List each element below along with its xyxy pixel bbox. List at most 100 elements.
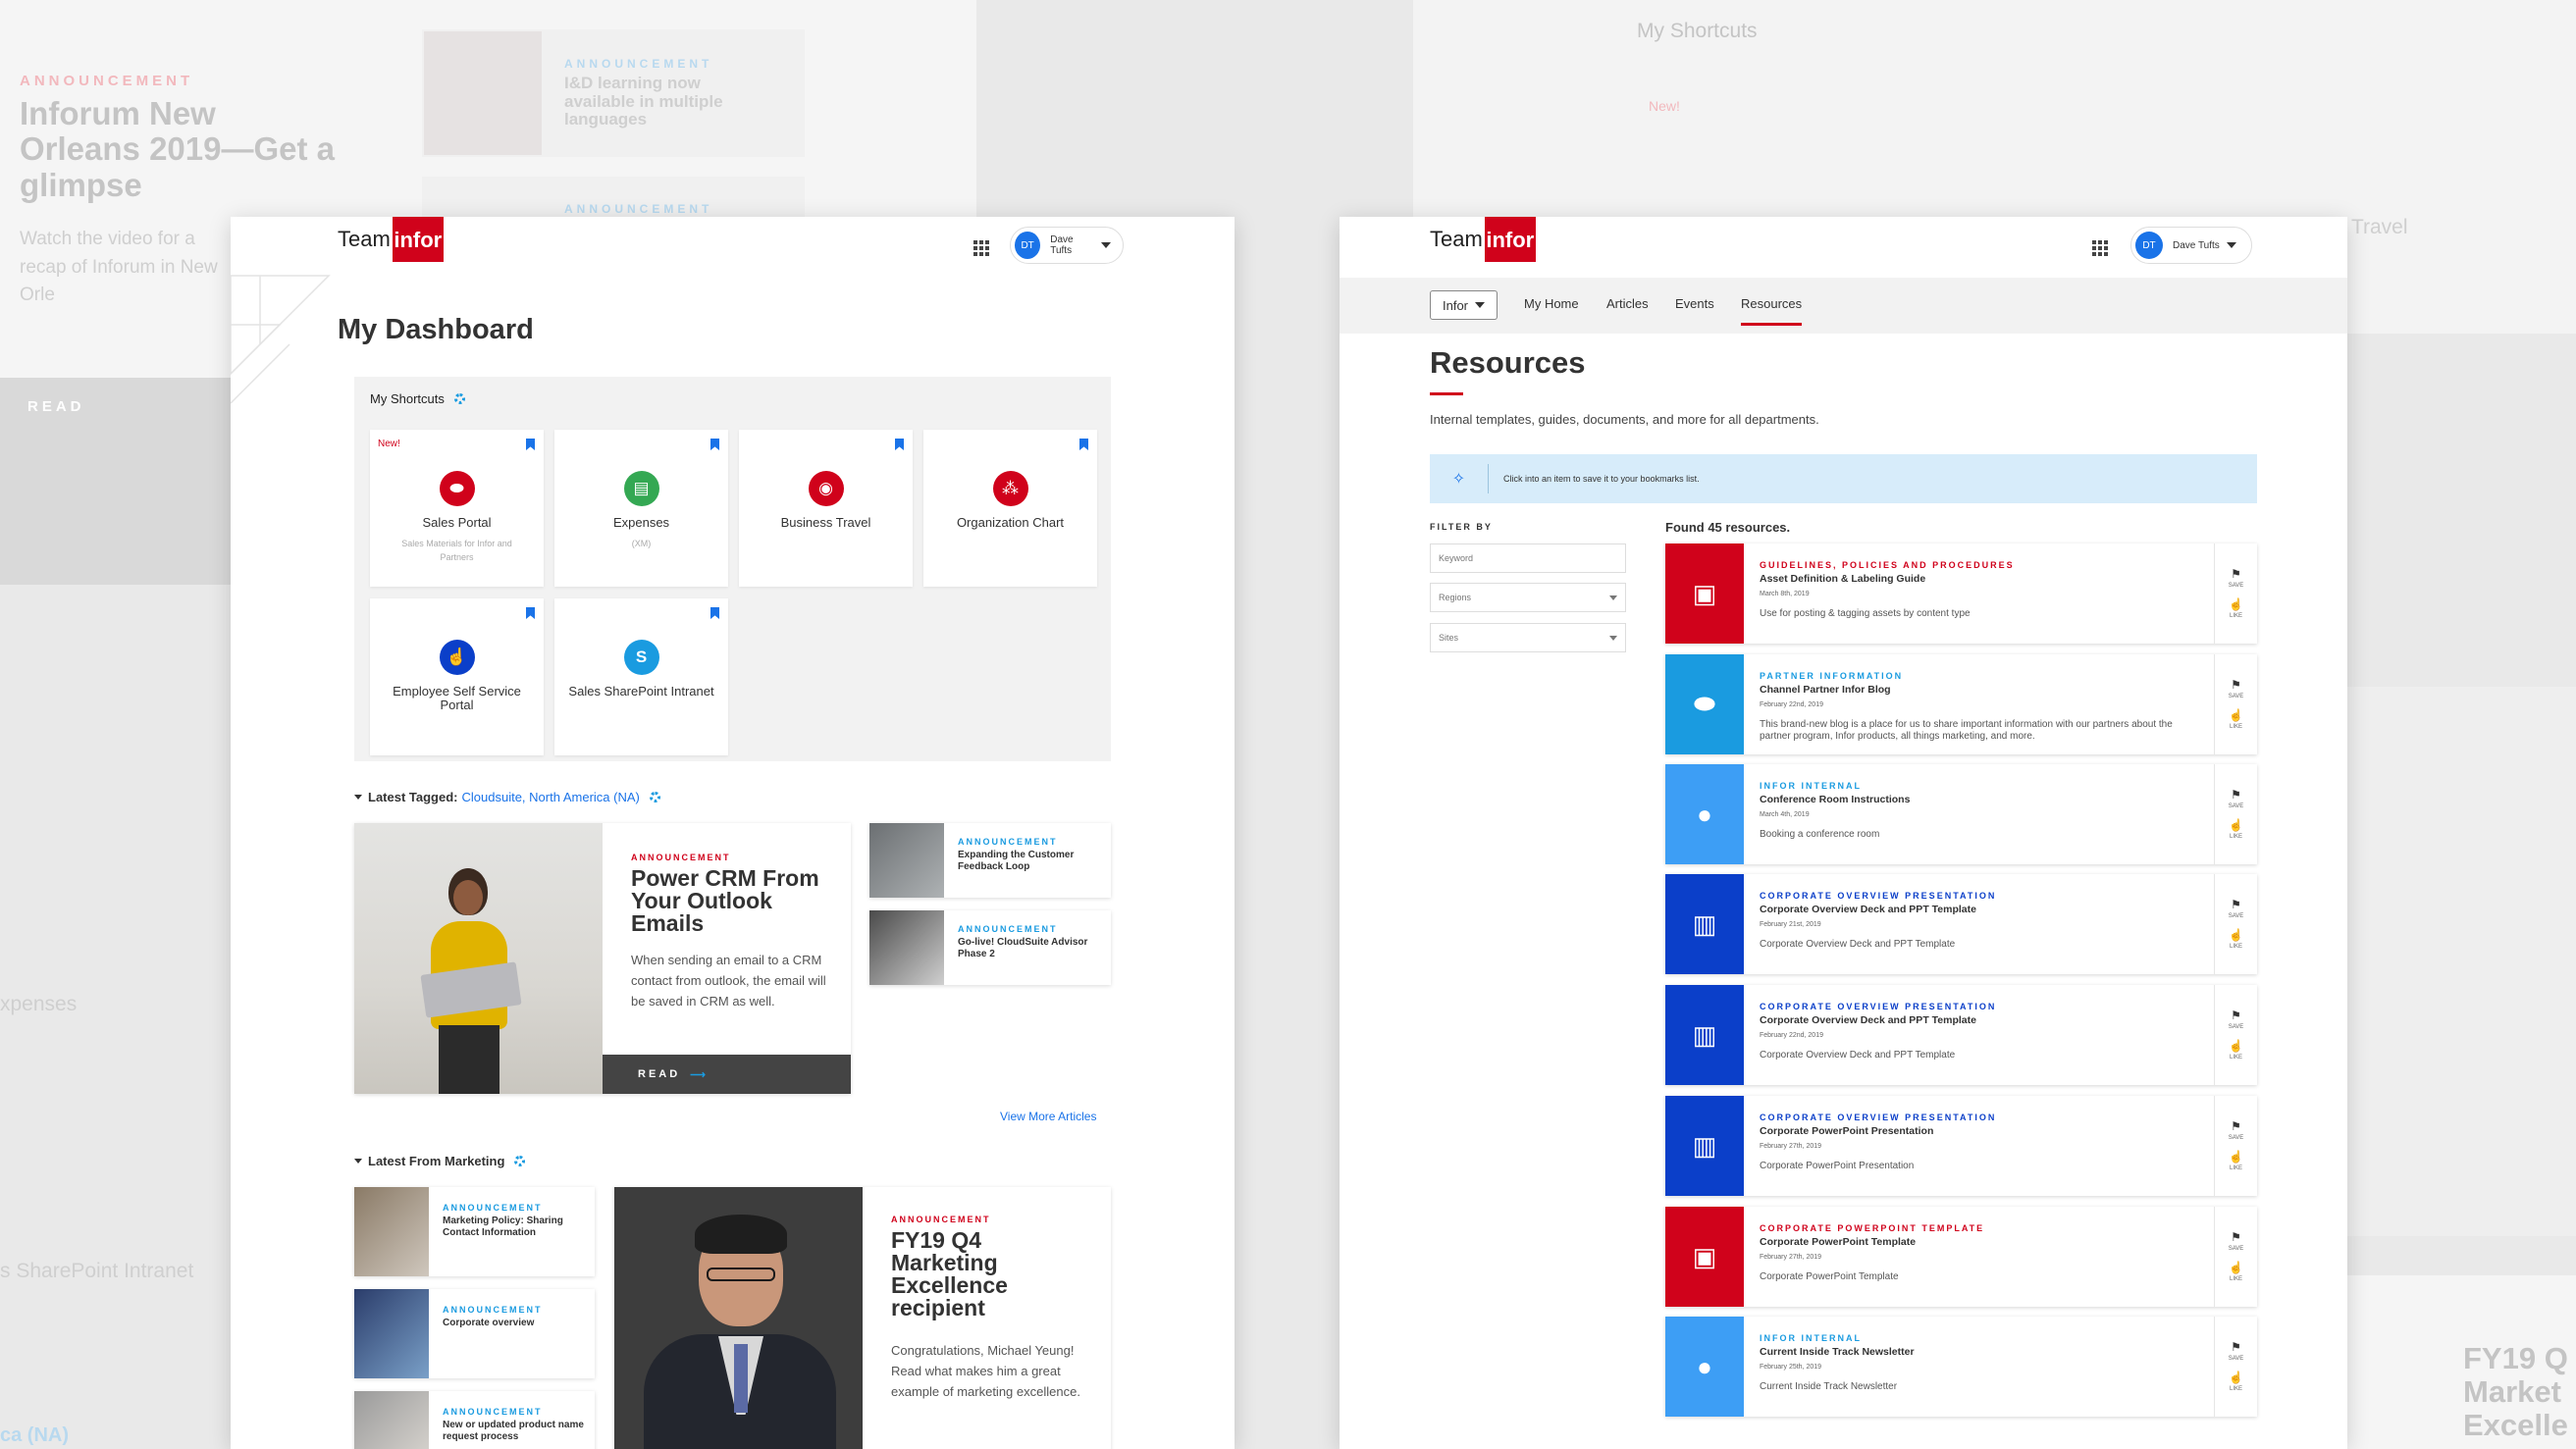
resource-card-body: CORPORATE OVERVIEW PRESENTATION Corporate… bbox=[1744, 874, 2214, 974]
briefcase-icon: ▣ bbox=[1665, 1207, 1744, 1307]
resource-description: Use for posting & tagging assets by cont… bbox=[1760, 608, 1971, 619]
resource-card[interactable]: ▥ CORPORATE OVERVIEW PRESENTATION Corporat… bbox=[1665, 874, 2257, 974]
save-button[interactable]: ⚑ SAVE bbox=[2229, 1009, 2244, 1030]
save-button[interactable]: ⚑ SAVE bbox=[2229, 1231, 2244, 1252]
infor-dropdown[interactable]: Infor bbox=[1430, 290, 1498, 320]
resource-card[interactable]: ▣ CORPORATE POWERPOINT TEMPLATE Corporate … bbox=[1665, 1207, 2257, 1307]
resource-card[interactable]: ▥ CORPORATE OVERVIEW PRESENTATION Corporat… bbox=[1665, 1096, 2257, 1196]
resource-description: Corporate PowerPoint Template bbox=[1760, 1271, 1899, 1282]
article-mini-card[interactable]: ANNOUNCEMENT Expanding the Customer Feed… bbox=[869, 823, 1111, 898]
resource-card[interactable]: ● INFOR INTERNAL Current Inside Track News… bbox=[1665, 1317, 2257, 1417]
regions-select[interactable]: Regions bbox=[1430, 583, 1626, 612]
nav-my-home[interactable]: My Home bbox=[1524, 296, 1579, 311]
resource-card-body: CORPORATE OVERVIEW PRESENTATION Corporate… bbox=[1744, 985, 2214, 1085]
like-button[interactable]: ☝ LIKE bbox=[2229, 1371, 2243, 1392]
resource-name[interactable]: Channel Partner Infor Blog bbox=[1760, 684, 2200, 696]
like-button[interactable]: ☝ LIKE bbox=[2229, 709, 2243, 730]
sites-select[interactable]: Sites bbox=[1430, 623, 1626, 652]
user-menu[interactable]: DT Dave Tufts bbox=[1010, 227, 1124, 264]
resource-date: February 22nd, 2019 bbox=[1760, 701, 1823, 708]
bookmark-icon[interactable] bbox=[526, 439, 535, 450]
save-button[interactable]: ⚑ SAVE bbox=[2229, 1341, 2244, 1362]
article-title: New or updated product name request proc… bbox=[443, 1420, 584, 1442]
save-button[interactable]: ⚑ SAVE bbox=[2229, 899, 2244, 919]
infor-dropdown-label: Infor bbox=[1443, 297, 1469, 313]
save-button[interactable]: ⚑ SAVE bbox=[2229, 789, 2244, 809]
team-infor-logo[interactable]: Team infor bbox=[338, 217, 444, 262]
resource-description: Current Inside Track Newsletter bbox=[1760, 1381, 1898, 1392]
bookmark-icon[interactable] bbox=[710, 607, 719, 619]
user-menu[interactable]: DT Dave Tufts bbox=[2130, 227, 2252, 264]
resource-card[interactable]: ⬬ PARTNER INFORMATION Channel Partner Info… bbox=[1665, 654, 2257, 754]
like-button[interactable]: ☝ LIKE bbox=[2229, 929, 2243, 950]
article-title: Corporate overview bbox=[443, 1318, 535, 1328]
article-mini-card[interactable]: ANNOUNCEMENT Corporate overview bbox=[354, 1289, 595, 1378]
resource-name[interactable]: Corporate Overview Deck and PPT Template bbox=[1760, 904, 2200, 915]
featured-article-card[interactable]: ANNOUNCEMENT Power CRM From Your Outlook… bbox=[354, 823, 851, 1094]
like-label: LIKE bbox=[2229, 1276, 2242, 1282]
handshake-icon: ⬬ bbox=[439, 471, 475, 506]
resource-name[interactable]: Conference Room Instructions bbox=[1760, 794, 2200, 805]
apps-grid-icon[interactable] bbox=[973, 240, 989, 256]
latest-tagged-header[interactable]: Latest Tagged: Cloudsuite, North America… bbox=[354, 790, 660, 804]
bookmark-icon[interactable] bbox=[1079, 439, 1088, 450]
read-button[interactable]: READ ⟶ bbox=[603, 1055, 851, 1094]
resource-category: CORPORATE OVERVIEW PRESENTATION bbox=[1760, 1113, 1997, 1122]
like-button[interactable]: ☝ LIKE bbox=[2229, 598, 2243, 619]
resource-card[interactable]: ▥ CORPORATE OVERVIEW PRESENTATION Corporat… bbox=[1665, 985, 2257, 1085]
user-name: Dave Tufts bbox=[1050, 234, 1074, 256]
shortcut-tile[interactable]: S Sales SharePoint Intranet bbox=[554, 598, 728, 755]
resource-name[interactable]: Asset Definition & Labeling Guide bbox=[1760, 573, 2200, 585]
thumbs-up-icon: ☝ bbox=[2229, 708, 2243, 722]
gear-icon[interactable] bbox=[453, 393, 465, 404]
nav-articles[interactable]: Articles bbox=[1606, 296, 1649, 311]
save-button[interactable]: ⚑ SAVE bbox=[2229, 679, 2244, 699]
team-infor-logo[interactable]: Team infor bbox=[1430, 217, 1536, 262]
apps-grid-icon[interactable] bbox=[2092, 240, 2108, 256]
bookmark-icon[interactable] bbox=[526, 607, 535, 619]
collapse-caret-icon[interactable] bbox=[354, 795, 362, 800]
latest-tagged-tags[interactable]: Cloudsuite, North America (NA) bbox=[462, 790, 640, 804]
bookmark-icon[interactable] bbox=[710, 439, 719, 450]
shortcut-tile[interactable]: ◉ Business Travel bbox=[739, 430, 913, 587]
latest-marketing-header[interactable]: Latest From Marketing bbox=[354, 1154, 526, 1168]
resource-name[interactable]: Corporate PowerPoint Presentation bbox=[1760, 1125, 2200, 1137]
collapse-caret-icon[interactable] bbox=[354, 1159, 362, 1164]
logo-infor-box: infor bbox=[392, 217, 444, 262]
shortcut-tile[interactable]: ▤ Expenses (XM) bbox=[554, 430, 728, 587]
thumbs-up-icon: ☝ bbox=[2229, 1150, 2243, 1164]
marketing-feature-text: ANNOUNCEMENT FY19 Q4 Marketing Excellenc… bbox=[891, 1215, 1092, 1402]
chevron-down-icon bbox=[1475, 302, 1486, 308]
save-button[interactable]: ⚑ SAVE bbox=[2229, 1120, 2244, 1141]
like-label: LIKE bbox=[2229, 1386, 2242, 1392]
article-mini-card[interactable]: ANNOUNCEMENT New or updated product name… bbox=[354, 1391, 595, 1449]
resource-card[interactable]: ▣ GUIDELINES, POLICIES AND PROCEDURES Asse… bbox=[1665, 543, 2257, 644]
shortcut-tile[interactable]: ⁂ Organization Chart bbox=[923, 430, 1097, 587]
save-button[interactable]: ⚑ SAVE bbox=[2229, 568, 2244, 589]
like-button[interactable]: ☝ LIKE bbox=[2229, 1040, 2243, 1061]
resource-name[interactable]: Corporate Overview Deck and PPT Template bbox=[1760, 1014, 2200, 1026]
keyword-input[interactable]: Keyword bbox=[1430, 543, 1626, 573]
shortcut-tile[interactable]: ☝ Employee Self Service Portal bbox=[370, 598, 544, 755]
shortcut-tile[interactable]: New! ⬬ Sales Portal Sales Materials for … bbox=[370, 430, 544, 587]
resource-name[interactable]: Current Inside Track Newsletter bbox=[1760, 1346, 2200, 1358]
nav-resources[interactable]: Resources bbox=[1741, 296, 1803, 326]
keyword-placeholder: Keyword bbox=[1439, 553, 1474, 563]
like-button[interactable]: ☝ LIKE bbox=[2229, 819, 2243, 840]
marketing-feature-card[interactable]: ANNOUNCEMENT FY19 Q4 Marketing Excellenc… bbox=[614, 1187, 1111, 1449]
like-button[interactable]: ☝ LIKE bbox=[2229, 1262, 2243, 1282]
featured-article-title[interactable]: Power CRM From Your Outlook Emails bbox=[631, 867, 827, 935]
gear-icon[interactable] bbox=[649, 792, 660, 802]
article-mini-card[interactable]: ANNOUNCEMENT Marketing Policy: Sharing C… bbox=[354, 1187, 595, 1276]
page-description: Internal templates, guides, documents, a… bbox=[1430, 412, 1819, 427]
bookmark-icon[interactable] bbox=[895, 439, 904, 450]
marketing-feature-title[interactable]: FY19 Q4 Marketing Excellence recipient bbox=[891, 1229, 1092, 1320]
resource-name[interactable]: Corporate PowerPoint Template bbox=[1760, 1236, 2200, 1248]
resource-card[interactable]: ● INFOR INTERNAL Conference Room Instructi… bbox=[1665, 764, 2257, 864]
gear-icon[interactable] bbox=[514, 1156, 526, 1166]
nav-events[interactable]: Events bbox=[1675, 296, 1714, 311]
shortcut-label: Sales Portal bbox=[422, 515, 492, 530]
article-mini-card[interactable]: ANNOUNCEMENT Go-live! CloudSuite Advisor… bbox=[869, 910, 1111, 985]
like-button[interactable]: ☝ LIKE bbox=[2229, 1151, 2243, 1171]
view-more-articles-link[interactable]: View More Articles bbox=[1000, 1110, 1096, 1123]
